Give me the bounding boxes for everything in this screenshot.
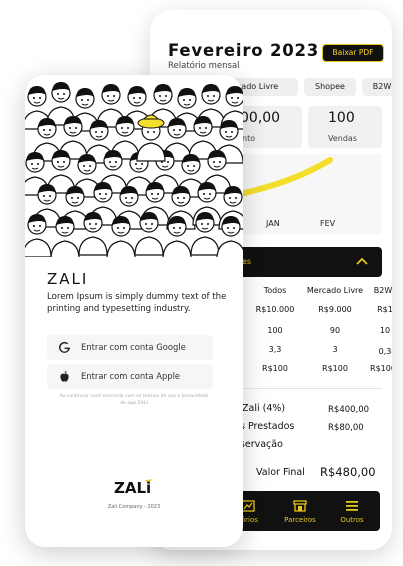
stat-revenue-label: nto <box>242 134 256 143</box>
bar-chart-icon[interactable] <box>241 500 255 512</box>
fee-value: R$400,00 <box>328 405 370 415</box>
google-login-label: Entrar com conta Google <box>81 342 186 352</box>
store-icon[interactable] <box>293 500 307 512</box>
brand-description: Lorem Ipsum is simply dummy text of the … <box>47 292 227 314</box>
table-cell: 90 <box>329 326 341 335</box>
google-login-button[interactable]: Entrar com conta Google <box>47 335 213 360</box>
final-value-label: Valor Final <box>256 467 305 478</box>
chart-x-label-fev: FEV <box>320 219 336 228</box>
chevron-up-icon[interactable] <box>355 254 369 268</box>
report-title: Fevereiro 2023 <box>168 41 320 60</box>
login-phone: ZALI Lorem Ipsum is simply dummy text of… <box>25 75 243 547</box>
table-cell: R$100 <box>322 364 348 373</box>
download-pdf-button[interactable]: Baixar PDF <box>322 44 384 62</box>
table-cell: R$9.000 <box>318 305 352 314</box>
section-header-label: es <box>242 257 252 266</box>
svg-text:ZALi: ZALi <box>114 479 151 497</box>
final-value-amount: R$480,00 <box>320 465 376 479</box>
apple-login-button[interactable]: Entrar com conta Apple <box>47 364 213 389</box>
fee-label: rservação <box>236 439 283 450</box>
table-header-mercado-livre: Mercado Livre <box>306 286 364 295</box>
table-cell: 3 <box>332 345 338 354</box>
menu-icon[interactable] <box>345 500 359 512</box>
brand-title: ZALI <box>47 270 89 288</box>
nav-item-outros[interactable]: Outros <box>332 516 372 524</box>
table-cell: R$1 <box>377 305 392 314</box>
chart-x-label-jan: JAN <box>266 219 280 228</box>
company-footer: Zali Company - 2023 <box>107 504 161 510</box>
table-cell: R$100 <box>262 364 288 373</box>
table-cell: R$10.000 <box>255 305 295 314</box>
terms-text[interactable]: Ao continuar você concorda com os termos… <box>59 394 209 407</box>
table-header-todos: Todos <box>263 286 287 295</box>
stat-revenue-value: 00,00 <box>240 110 281 126</box>
nav-item-parceiros[interactable]: Parceiros <box>278 516 322 524</box>
zali-logo: ZALi <box>114 479 152 497</box>
apple-icon <box>60 371 69 382</box>
table-cell: 10 <box>379 326 391 335</box>
table-cell: 100 <box>267 326 283 335</box>
table-cell: 3,3 <box>268 345 282 354</box>
fee-value: R$80,00 <box>328 423 364 433</box>
report-subtitle: Relatório mensal <box>168 61 240 71</box>
table-header-b2w: B2W <box>373 286 392 295</box>
chip-shopee[interactable]: Shopee <box>304 78 356 96</box>
table-cell: 0,3 <box>378 347 392 356</box>
google-icon <box>59 341 70 353</box>
stat-sales-label: Vendas <box>328 134 357 143</box>
apple-login-label: Entrar com conta Apple <box>81 371 181 381</box>
crowd-illustration <box>25 75 243 257</box>
fee-label: Zali (4%) <box>242 403 286 414</box>
fee-label: s Prestados <box>240 421 295 432</box>
chip-b2w[interactable]: B2W <box>362 78 392 96</box>
stat-sales-value: 100 <box>328 110 355 126</box>
table-cell: R$100 <box>370 364 392 373</box>
